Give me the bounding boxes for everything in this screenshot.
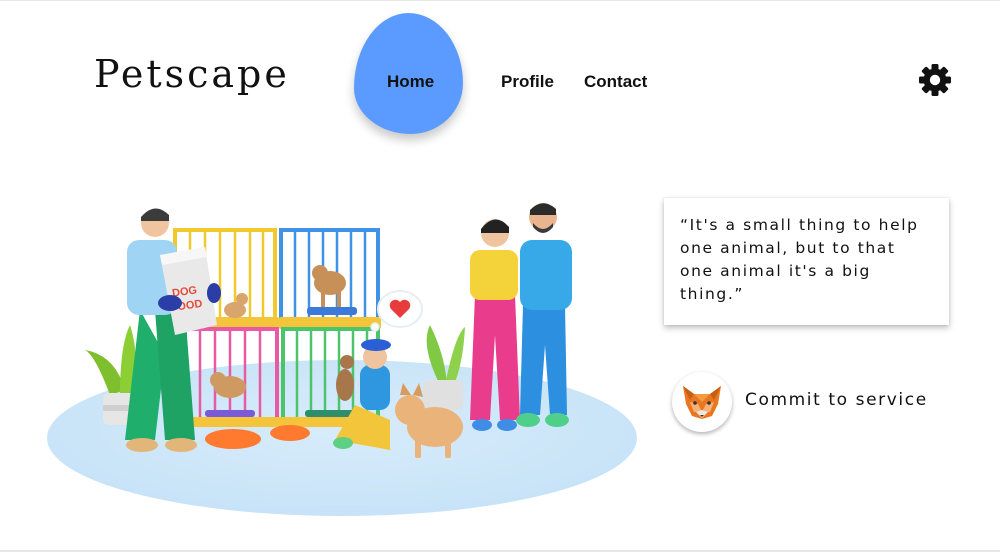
cta-label[interactable]: Commit to service [745, 390, 928, 410]
nav-profile[interactable]: Profile [501, 72, 554, 92]
quote-line: one animal, but to that [680, 239, 896, 257]
bowl-icon [270, 425, 310, 441]
fox-icon [683, 386, 721, 419]
quote-card: “It's a small thing to help one animal, … [664, 198, 949, 325]
couple-icon [470, 203, 572, 431]
quote-line: one animal it's a big [680, 262, 871, 280]
gear-icon[interactable] [917, 62, 953, 98]
brand-logo[interactable]: Petscape [94, 52, 290, 96]
fox-icon-badge[interactable] [672, 372, 732, 432]
pet-adoption-illustration: DOG FOOD [47, 203, 637, 516]
nav-contact[interactable]: Contact [584, 72, 647, 92]
nav-home[interactable]: Home [387, 72, 434, 92]
quote-text: “It's a small thing to help one animal, … [680, 214, 942, 306]
bowl-icon [205, 429, 261, 449]
quote-line: “It's a small thing to help [680, 216, 919, 234]
quote-line: thing.” [680, 285, 745, 303]
top-border [0, 0, 1000, 1]
commit-to-service-button[interactable]: Commit to service [672, 370, 942, 432]
